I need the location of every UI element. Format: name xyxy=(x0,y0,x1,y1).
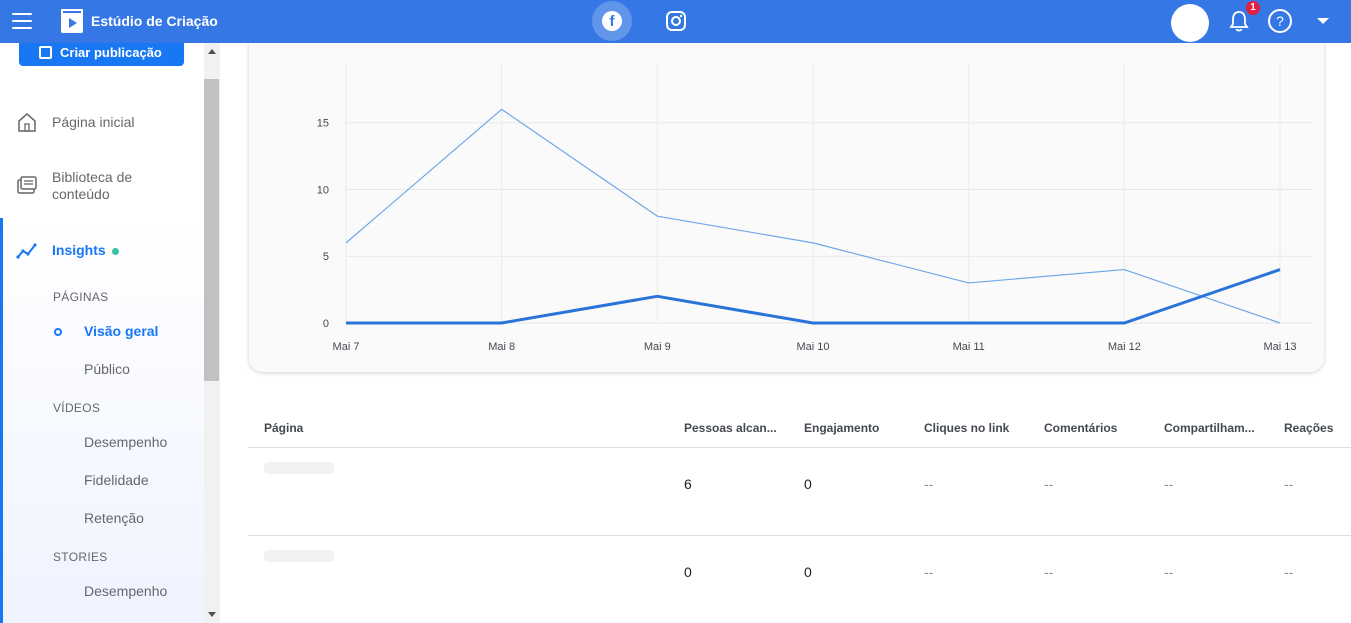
cell-reactions: -- xyxy=(1284,476,1294,492)
sidebar-item-home[interactable]: Página inicial xyxy=(0,111,204,135)
help-icon[interactable]: ? xyxy=(1268,9,1292,33)
sidebar-item-stories-performance[interactable]: Desempenho xyxy=(84,583,167,599)
instagram-icon[interactable] xyxy=(665,10,687,32)
bell-icon[interactable] xyxy=(1228,9,1250,33)
active-bullet-icon xyxy=(54,328,62,336)
scroll-up-arrow-icon[interactable] xyxy=(208,49,216,54)
column-header-reach[interactable]: Pessoas alcan... xyxy=(684,421,777,435)
cell-shares: -- xyxy=(1164,564,1174,580)
column-header-link-clicks[interactable]: Cliques no link xyxy=(924,421,1009,435)
table-row[interactable]: 6 0 -- -- -- -- xyxy=(248,448,1351,536)
cell-comments: -- xyxy=(1044,564,1054,580)
app-title: Estúdio de Criação xyxy=(91,13,218,29)
chevron-down-icon[interactable] xyxy=(1317,18,1329,24)
y-tick-label: 10 xyxy=(317,184,329,196)
main-content: 0 5 10 15 Mai 7 Mai 8 Mai 9 Mai 10 Mai 11 Mai 12 M… xyxy=(220,43,1351,623)
x-tick-label: Mai 13 xyxy=(1263,341,1296,353)
scroll-down-arrow-icon[interactable] xyxy=(208,612,216,617)
section-heading-stories: STORIES xyxy=(53,550,108,564)
edit-icon xyxy=(39,46,52,59)
facebook-icon: f xyxy=(602,11,622,31)
cell-shares: -- xyxy=(1164,476,1174,492)
sidebar: Criar publicação Página inicial Bibliote… xyxy=(0,43,220,623)
column-header-engagement[interactable]: Engajamento xyxy=(804,421,879,435)
table-row[interactable]: 0 0 -- -- -- -- xyxy=(248,536,1351,623)
create-post-button[interactable]: Criar publicação xyxy=(19,43,184,66)
sidebar-item-retention[interactable]: Retenção xyxy=(84,510,144,526)
x-tick-label: Mai 12 xyxy=(1108,341,1141,353)
section-heading-videos: VÍDEOS xyxy=(53,401,101,415)
create-post-label: Criar publicação xyxy=(60,45,162,60)
sidebar-item-insights[interactable]: Insights xyxy=(3,240,207,262)
page-thumbnail xyxy=(264,550,334,562)
sidebar-item-video-performance[interactable]: Desempenho xyxy=(84,434,167,450)
x-tick-label: Mai 10 xyxy=(796,341,829,353)
cell-comments: -- xyxy=(1044,476,1054,492)
x-tick-label: Mai 11 xyxy=(953,341,985,353)
notification-badge: 1 xyxy=(1246,1,1260,15)
status-dot xyxy=(111,247,119,255)
creator-studio-logo-icon xyxy=(61,9,83,33)
insights-section: Insights PÁGINAS Visão geral Público VÍD… xyxy=(0,218,204,623)
cell-reach: 0 xyxy=(684,564,692,580)
column-header-reactions[interactable]: Reações xyxy=(1284,421,1333,435)
facebook-tab[interactable]: f xyxy=(592,1,632,41)
library-icon xyxy=(17,176,37,194)
cell-engagement: 0 xyxy=(804,564,812,580)
column-header-page[interactable]: Página xyxy=(264,421,303,435)
section-heading-pages: PÁGINAS xyxy=(53,290,109,304)
x-tick-label: Mai 9 xyxy=(644,341,671,353)
line-chart: 0 5 10 15 Mai 7 Mai 8 Mai 9 Mai 10 Mai 11 Mai 12 M… xyxy=(317,63,1312,353)
chart-card: 0 5 10 15 Mai 7 Mai 8 Mai 9 Mai 10 Mai 11 Mai 12 M… xyxy=(249,43,1324,372)
sidebar-item-overview[interactable]: Visão geral xyxy=(84,323,158,339)
cell-reactions: -- xyxy=(1284,564,1294,580)
y-tick-label: 0 xyxy=(323,318,329,330)
avatar[interactable] xyxy=(1171,4,1209,42)
x-tick-label: Mai 8 xyxy=(488,341,515,353)
cell-link-clicks: -- xyxy=(924,564,934,580)
column-header-shares[interactable]: Compartilham... xyxy=(1164,421,1255,435)
insights-icon xyxy=(16,243,37,259)
sidebar-item-label: Biblioteca de conteúdo xyxy=(52,169,133,202)
table-header: Página Pessoas alcan... Engajamento Cliq… xyxy=(248,413,1351,448)
sidebar-item-audience[interactable]: Público xyxy=(84,361,130,377)
page-thumbnail xyxy=(264,462,334,474)
sidebar-scrollbar-thumb[interactable] xyxy=(204,79,219,381)
column-header-comments[interactable]: Comentários xyxy=(1044,421,1117,435)
y-tick-label: 5 xyxy=(323,251,329,263)
sidebar-item-label: Insights xyxy=(52,242,106,258)
sidebar-item-label: Página inicial xyxy=(52,114,135,130)
home-icon xyxy=(18,113,36,132)
cell-engagement: 0 xyxy=(804,476,812,492)
x-tick-label: Mai 7 xyxy=(333,341,360,353)
top-bar: Estúdio de Criação f 1 ? xyxy=(0,0,1351,43)
menu-icon[interactable] xyxy=(12,13,32,29)
sidebar-item-loyalty[interactable]: Fidelidade xyxy=(84,472,149,488)
cell-link-clicks: -- xyxy=(924,476,934,492)
sidebar-item-content-library[interactable]: Biblioteca de conteúdo xyxy=(0,167,204,205)
y-tick-label: 15 xyxy=(317,118,329,130)
cell-reach: 6 xyxy=(684,476,692,492)
